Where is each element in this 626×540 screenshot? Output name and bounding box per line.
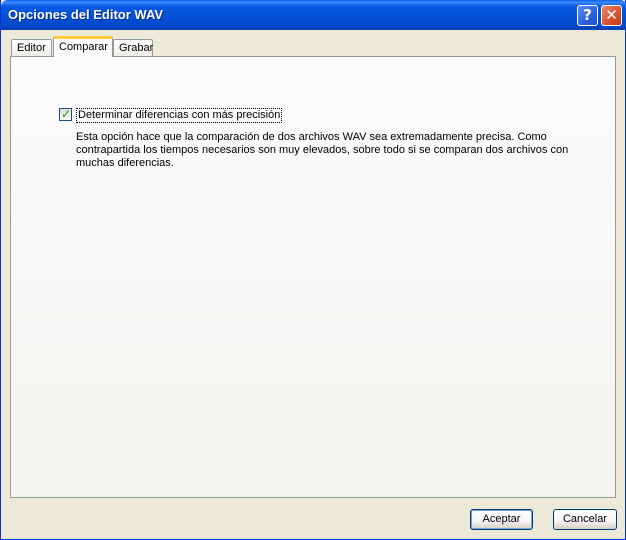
dialog-window: Opciones del Editor WAV ? ✕ Editor Compa… [0,0,626,540]
option-description: Esta opción hace que la comparación de d… [76,131,569,169]
checkmark-icon: ✓ [61,107,72,121]
tab-editor[interactable]: Editor [11,39,52,57]
tab-comparar[interactable]: Comparar [53,36,113,57]
cancel-button[interactable]: Cancelar [553,509,617,530]
help-button[interactable]: ? [577,5,598,26]
close-button[interactable]: ✕ [601,5,622,26]
accept-button[interactable]: Aceptar [470,509,533,530]
window-title: Opciones del Editor WAV [8,7,164,22]
precision-checkbox-label[interactable]: Determinar diferencias con más precisión [76,108,283,123]
title-bar[interactable]: Opciones del Editor WAV ? ✕ [1,0,626,30]
tab-panel-comparar: ✓ Determinar diferencias con más precisi… [10,56,616,498]
close-icon: ✕ [605,6,618,24]
tab-grabar[interactable]: Grabar [113,39,153,57]
precision-checkbox[interactable]: ✓ [59,107,72,121]
help-icon: ? [583,6,592,24]
